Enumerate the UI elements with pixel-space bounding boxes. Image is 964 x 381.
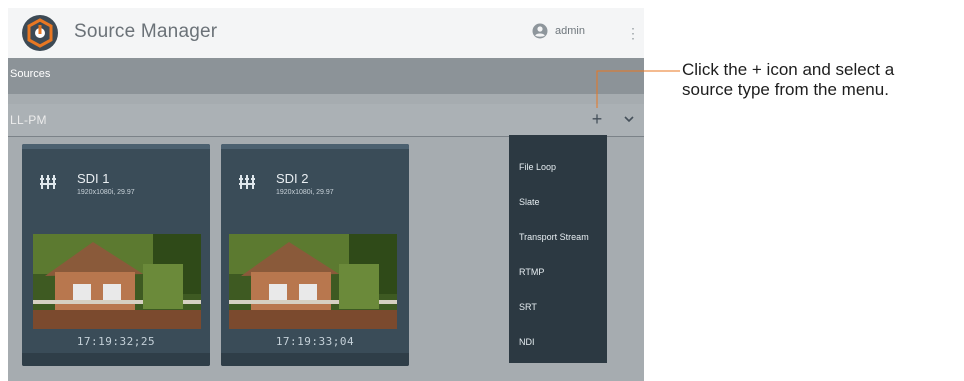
card-resolution: 1920x1080i, 29.97 <box>276 189 334 196</box>
card-resolution: 1920x1080i, 29.97 <box>77 189 135 196</box>
source-type-menu: File Loop Slate Transport Stream RTMP SR… <box>509 135 607 363</box>
more-options-icon[interactable]: ⋮ <box>626 23 640 43</box>
source-preview-image <box>33 234 201 329</box>
menu-item-slate[interactable]: Slate <box>519 197 540 207</box>
menu-item-ndi[interactable]: NDI <box>519 337 535 347</box>
menu-item-transport-stream[interactable]: Transport Stream <box>519 232 589 242</box>
sources-header <box>8 58 644 94</box>
menu-item-file-loop[interactable]: File Loop <box>519 162 556 172</box>
source-card[interactable]: SDI 1 1920x1080i, 29.97 17:19:32;25 <box>22 144 210 366</box>
card-source-name: SDI 1 <box>77 171 110 186</box>
group-label: LL-PM <box>10 113 47 127</box>
user-account-icon <box>532 23 548 39</box>
card-timecode: 17:19:32;25 <box>76 335 156 348</box>
card-top-strip <box>22 144 210 149</box>
chevron-down-icon[interactable] <box>623 114 635 124</box>
source-preview-image <box>229 234 397 329</box>
sources-title: Sources <box>10 68 51 80</box>
callout-text: Click the + icon and select a source typ… <box>682 60 964 100</box>
card-footer <box>22 353 210 366</box>
source-card[interactable]: SDI 2 1920x1080i, 29.97 17:19:33;04 <box>221 144 409 366</box>
source-manager-window: Source Manager admin ⋮ Sources LL-PM + S… <box>8 8 644 381</box>
callout-line-1: Click the + icon and select a <box>682 60 895 79</box>
user-name: admin <box>555 25 585 37</box>
group-row <box>8 104 644 137</box>
sdi-input-icon <box>239 175 255 189</box>
card-top-strip <box>221 144 409 149</box>
top-bar: Source Manager admin ⋮ <box>8 8 644 58</box>
card-timecode: 17:19:33;04 <box>275 335 355 348</box>
sdi-input-icon <box>40 175 56 189</box>
app-logo-icon <box>22 15 58 51</box>
callout-line-2: source type from the menu. <box>682 80 889 99</box>
card-footer <box>221 353 409 366</box>
user-menu[interactable]: admin <box>532 23 585 39</box>
menu-item-srt[interactable]: SRT <box>519 302 537 312</box>
add-source-icon[interactable]: + <box>589 109 605 129</box>
app-title: Source Manager <box>74 21 218 42</box>
card-source-name: SDI 2 <box>276 171 309 186</box>
menu-item-rtmp[interactable]: RTMP <box>519 267 544 277</box>
